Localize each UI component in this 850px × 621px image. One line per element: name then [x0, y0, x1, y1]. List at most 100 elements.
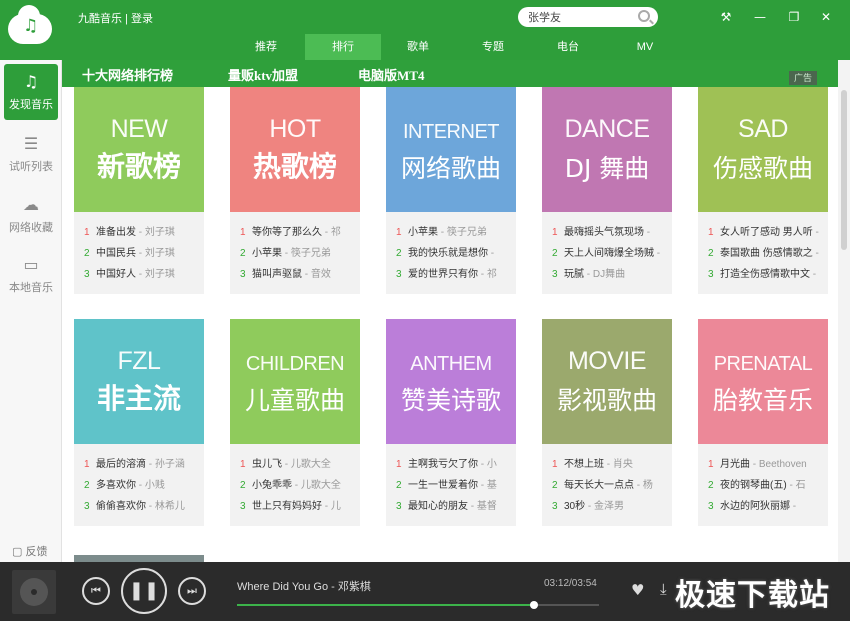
song-separator: -: [322, 227, 331, 238]
song-rank: 1: [84, 227, 90, 238]
chart-cover[interactable]: INTERNET 网络歌曲: [386, 87, 516, 212]
previous-icon[interactable]: ⏮: [82, 577, 110, 605]
chart-card[interactable]: FZL 非主流 1 最后的溶滴 - 孙子涵 2 多喜欢你 - 小贱 3 偷偷喜欢你 - 林希儿: [74, 319, 204, 526]
chart-cover[interactable]: CHILDREN 儿童歌曲: [230, 319, 360, 444]
song-item[interactable]: 1 等你等了那么久 - 祁: [240, 222, 358, 243]
nav-tabs: 推荐 排行 歌单 专题 电台 MV: [62, 34, 850, 60]
song-item[interactable]: 3 爱的世界只有你 - 祁: [396, 264, 514, 285]
close-icon[interactable]: ✕: [818, 9, 834, 25]
song-separator: -: [584, 269, 593, 280]
song-item[interactable]: 2 泰国歌曲 伤感情歌之 -: [708, 243, 826, 264]
tab-radio[interactable]: 电台: [530, 34, 606, 60]
chart-card[interactable]: ANTHEM 赞美诗歌 1 主啊我亏欠了你 - 小 2 一生一世爱着你 - 基 3 最知心的朋…: [386, 319, 516, 526]
chart-card[interactable]: INTERNET 网络歌曲 1 小苹果 - 筷子兄弟 2 我的快乐就是想你 - 3 爱的世界…: [386, 87, 516, 294]
chart-cover[interactable]: DANCE DJ 舞曲: [542, 87, 672, 212]
song-item[interactable]: 1 月光曲 - Beethoven: [708, 454, 826, 475]
song-item[interactable]: 1 虫儿飞 - 儿歌大全: [240, 454, 358, 475]
song-title: 中国好人: [96, 269, 136, 280]
song-title: 不想上班: [564, 459, 604, 470]
song-list: 1 最后的溶滴 - 孙子涵 2 多喜欢你 - 小贱 3 偷偷喜欢你 - 林希儿: [84, 454, 202, 517]
song-item[interactable]: 2 小苹果 - 筷子兄弟: [240, 243, 358, 264]
ad-link[interactable]: 电脑版MT4: [358, 65, 424, 84]
progress-handle[interactable]: [529, 601, 538, 609]
sidebar-item-local[interactable]: ▭ 本地音乐: [4, 247, 58, 303]
song-item[interactable]: 3 水边的阿狄丽娜 -: [708, 496, 826, 517]
song-artist: 祁: [330, 227, 341, 238]
tab-mv[interactable]: MV: [607, 34, 683, 60]
chart-card[interactable]: DANCE DJ 舞曲 1 最嗨摇头气氛现场 - 2 天上人间嗨爆全场贼 - 3 玩腻 -…: [542, 87, 672, 294]
scrollbar[interactable]: [838, 60, 850, 562]
tab-topics[interactable]: 专题: [455, 34, 531, 60]
search-icon[interactable]: [638, 10, 650, 22]
song-item[interactable]: 3 猫叫声驱鼠 - 音效: [240, 264, 358, 285]
song-separator: -: [136, 248, 145, 259]
song-item[interactable]: 3 最知心的朋友 - 基督: [396, 496, 514, 517]
song-item[interactable]: 1 最嗨摇头气氛现场 -: [552, 222, 670, 243]
chart-card[interactable]: HOT 热歌榜 1 等你等了那么久 - 祁 2 小苹果 - 筷子兄弟 3 猫叫声驱鼠 - 音效: [230, 87, 360, 294]
song-item[interactable]: 1 小苹果 - 筷子兄弟: [396, 222, 514, 243]
settings-icon[interactable]: ⚒: [718, 9, 734, 25]
song-item[interactable]: 3 世上只有妈妈好 - 儿: [240, 496, 358, 517]
chart-card[interactable]: MOVIE 影视歌曲 1 不想上班 - 肖央 2 每天长大一点点 - 杨 3 30秒 - 金泽…: [542, 319, 672, 526]
song-item[interactable]: 3 玩腻 - DJ舞曲: [552, 264, 670, 285]
player-bar: ⏮ ❚❚ ⏭ Where Did You Go - 邓紫棋 03:12/03:5…: [0, 562, 850, 621]
song-item[interactable]: 2 天上人间嗨爆全场贼 -: [552, 243, 670, 264]
sidebar-item-favorites[interactable]: ☁ 网络收藏: [4, 187, 58, 243]
chart-cover[interactable]: NEW 新歌榜: [74, 87, 204, 212]
song-item[interactable]: 3 偷偷喜欢你 - 林希儿: [84, 496, 202, 517]
pause-icon[interactable]: ❚❚: [121, 568, 167, 614]
song-artist: 基: [486, 480, 497, 491]
album-art[interactable]: [12, 570, 56, 614]
tab-playlist[interactable]: 歌单: [380, 34, 456, 60]
chart-cover[interactable]: SAD 伤感歌曲: [698, 87, 828, 212]
chart-card[interactable]: PRENATAL 胎教音乐 1 月光曲 - Beethoven 2 夜的钢琴曲(五) - …: [698, 319, 828, 526]
feedback-button[interactable]: ▢ 反馈: [12, 543, 47, 559]
song-item[interactable]: 2 多喜欢你 - 小贱: [84, 475, 202, 496]
search-box[interactable]: [518, 7, 658, 27]
song-item[interactable]: 2 一生一世爱着你 - 基: [396, 475, 514, 496]
tab-recommend[interactable]: 推荐: [228, 34, 304, 60]
chart-cover[interactable]: PRENATAL 胎教音乐: [698, 319, 828, 444]
song-item[interactable]: 3 中国好人 - 刘子琪: [84, 264, 202, 285]
song-item[interactable]: 1 主啊我亏欠了你 - 小: [396, 454, 514, 475]
ad-link[interactable]: 十大网络排行榜: [82, 65, 173, 84]
song-item[interactable]: 1 女人听了感动 男人听 -: [708, 222, 826, 243]
song-rank: 2: [240, 480, 246, 491]
sidebar-item-listen-list[interactable]: ☰ 试听列表: [4, 126, 58, 182]
song-item[interactable]: 2 每天长大一点点 - 杨: [552, 475, 670, 496]
song-item[interactable]: 1 不想上班 - 肖央: [552, 454, 670, 475]
ad-banner[interactable]: 十大网络排行榜 量贩ktv加盟 电脑版MT4 广告: [62, 60, 850, 87]
search-input[interactable]: [528, 9, 633, 25]
app-title[interactable]: 九酷音乐 | 登录: [78, 10, 153, 26]
minimize-icon[interactable]: —: [752, 9, 768, 25]
song-item[interactable]: 3 打造全伤感情歌中文 -: [708, 264, 826, 285]
chart-cover[interactable]: HOT 热歌榜: [230, 87, 360, 212]
song-rank: 2: [708, 480, 714, 491]
song-item[interactable]: 2 夜的钢琴曲(五) - 石: [708, 475, 826, 496]
song-item[interactable]: 2 小兔乖乖 - 儿歌大全: [240, 475, 358, 496]
restore-icon[interactable]: ❐: [786, 9, 802, 25]
song-item[interactable]: 1 最后的溶滴 - 孙子涵: [84, 454, 202, 475]
chart-cover[interactable]: ANTHEM 赞美诗歌: [386, 319, 516, 444]
download-icon[interactable]: ⤓: [660, 580, 667, 598]
song-item[interactable]: 3 30秒 - 金泽男: [552, 496, 670, 517]
progress-bar[interactable]: [237, 601, 599, 609]
chart-card[interactable]: SAD 伤感歌曲 1 女人听了感动 男人听 - 2 泰国歌曲 伤感情歌之 - 3 打造全伤…: [698, 87, 828, 294]
chart-card[interactable]: NEW 新歌榜 1 准备出发 - 刘子琪 2 中国民兵 - 刘子琪 3 中国好人 - 刘子琪: [74, 87, 204, 294]
song-item[interactable]: 2 我的快乐就是想你 -: [396, 243, 514, 264]
heart-icon[interactable]: ♥: [631, 581, 644, 599]
song-rank: 1: [84, 459, 90, 470]
song-item[interactable]: 1 准备出发 - 刘子琪: [84, 222, 202, 243]
song-item[interactable]: 2 中国民兵 - 刘子琪: [84, 243, 202, 264]
chart-card[interactable]: CHILDREN 儿童歌曲 1 虫儿飞 - 儿歌大全 2 小兔乖乖 - 儿歌大全 3 世上只有…: [230, 319, 360, 526]
tab-ranking[interactable]: 排行: [305, 34, 381, 60]
sidebar-item-discover[interactable]: ♫ 发现音乐: [4, 64, 58, 120]
ad-link[interactable]: 量贩ktv加盟: [228, 65, 298, 84]
scrollbar-thumb[interactable]: [841, 90, 847, 250]
next-icon[interactable]: ⏭: [178, 577, 206, 605]
app-logo: ♫: [0, 0, 62, 60]
song-separator: -: [478, 269, 487, 280]
chart-cover[interactable]: MOVIE 影视歌曲: [542, 319, 672, 444]
chart-cover[interactable]: FZL 非主流: [74, 319, 204, 444]
song-title: 世上只有妈妈好: [252, 501, 322, 512]
